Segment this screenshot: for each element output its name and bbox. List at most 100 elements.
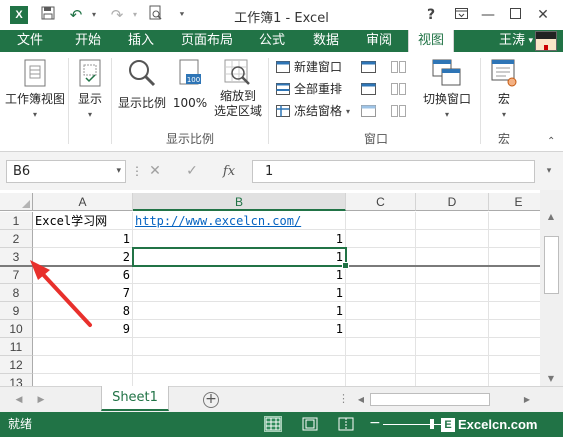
split-icon[interactable] [361,61,376,76]
cell-b2[interactable]: 1 [133,230,346,248]
cell-b13[interactable] [133,374,346,386]
avatar[interactable] [535,31,557,51]
cell-c3[interactable] [346,248,416,266]
cell-b1[interactable]: http://www.excelcn.com/ [133,212,346,230]
horizontal-scrollbar[interactable]: ◀ ▶ [353,392,535,407]
cell-b10[interactable]: 1 [133,320,346,338]
cell-b8[interactable]: 1 [133,284,346,302]
row-header[interactable]: 7 [0,266,33,284]
ribbon-display-icon[interactable] [451,5,471,25]
row-header[interactable]: 9 [0,302,33,320]
row-header[interactable]: 10 [0,320,33,338]
minimize-icon[interactable]: — [478,5,498,25]
cell-d10[interactable] [416,320,489,338]
cell-d8[interactable] [416,284,489,302]
scroll-down-icon[interactable]: ▼ [544,372,558,386]
next-sheet-icon[interactable]: ▶ [34,392,48,408]
column-header-b[interactable]: B [133,193,346,211]
prev-sheet-icon[interactable]: ◀ [12,392,26,408]
enter-icon[interactable]: ✓ [180,160,204,183]
arrange-all-button[interactable]: 全部重排 [276,80,356,99]
zoom-out-button[interactable]: − [369,415,381,431]
hide-window-icon[interactable] [361,83,376,98]
cell-b11[interactable] [133,338,346,356]
tab-view[interactable]: 视图 [408,30,454,52]
synchronous-scrolling-icon[interactable] [391,83,406,98]
select-all-button[interactable] [0,193,33,211]
cell-c9[interactable] [346,302,416,320]
row-header[interactable]: 11 [0,338,33,356]
close-icon[interactable]: ✕ [533,5,553,25]
maximize-icon[interactable] [505,5,525,25]
sheet-tab-sheet1[interactable]: Sheet1 [101,386,169,411]
cell-c1[interactable] [346,212,416,230]
tab-data[interactable]: 数据 [306,30,346,52]
horizontal-scroll-thumb[interactable] [370,393,490,406]
cell-b9[interactable]: 1 [133,302,346,320]
cell-c12[interactable] [346,356,416,374]
cell-d2[interactable] [416,230,489,248]
vertical-scroll-thumb[interactable] [544,236,559,294]
cancel-icon[interactable]: ✕ [143,160,167,183]
cell-a11[interactable] [33,338,133,356]
cell-d13[interactable] [416,374,489,386]
name-box[interactable]: B6 ▾ [6,160,126,183]
cell-c8[interactable] [346,284,416,302]
insert-function-button[interactable]: fx [217,160,241,183]
scroll-right-icon[interactable]: ▶ [521,392,533,407]
cell-d12[interactable] [416,356,489,374]
cell-b3[interactable]: 1 [133,248,346,266]
row-header[interactable]: 8 [0,284,33,302]
normal-view-icon[interactable] [264,416,282,432]
cell-a12[interactable] [33,356,133,374]
cell-c11[interactable] [346,338,416,356]
new-window-button[interactable]: 新建窗口 [276,58,356,77]
column-header-a[interactable]: A [33,193,133,211]
tab-page-layout[interactable]: 页面布局 [176,30,238,52]
show-button[interactable]: 显示 ▾ [72,58,108,122]
cell-d7[interactable] [416,266,489,284]
cell-a9[interactable]: 8 [33,302,133,320]
cell-a8[interactable]: 7 [33,284,133,302]
vertical-scrollbar[interactable]: ▲ ▼ [540,190,563,386]
cell-c2[interactable] [346,230,416,248]
row-header[interactable]: 1 [0,212,33,230]
cell-a3[interactable]: 2 [33,248,133,266]
zoom-100-button[interactable]: 100 100% [171,58,209,111]
freeze-panes-button[interactable]: 冻结窗格 ▾ [276,102,358,121]
cell-d3[interactable] [416,248,489,266]
cell-d1[interactable] [416,212,489,230]
zoom-button[interactable]: 显示比例 [116,58,168,111]
unhide-window-icon[interactable] [361,105,376,120]
cell-a13[interactable] [33,374,133,386]
row-header[interactable]: 12 [0,356,33,374]
page-break-preview-icon[interactable] [338,417,354,431]
expand-formula-bar-icon[interactable]: ▾ [541,160,557,183]
tab-formulas[interactable]: 公式 [252,30,292,52]
reset-window-position-icon[interactable] [391,105,406,120]
tab-review[interactable]: 审阅 [359,30,399,52]
column-header-c[interactable]: C [346,193,416,211]
cell-b12[interactable] [133,356,346,374]
cell-d11[interactable] [416,338,489,356]
switch-windows-button[interactable]: 切换窗口 ▾ [418,58,476,122]
row-header[interactable]: 3 [0,248,33,266]
cell-b7[interactable]: 1 [133,266,346,284]
cell-c13[interactable] [346,374,416,386]
cell-c10[interactable] [346,320,416,338]
workbook-views-button[interactable]: 工作簿视图 ▾ [4,58,66,122]
formula-input[interactable]: 1 [252,160,535,183]
user-name[interactable]: 王涛 [499,30,525,52]
cell-d9[interactable] [416,302,489,320]
collapse-ribbon-icon[interactable]: ⌃ [547,136,555,147]
tab-split-handle[interactable]: ⋮ [338,392,349,405]
row-header[interactable]: 2 [0,230,33,248]
zoom-to-selection-button[interactable]: 缩放到 选定区域 [212,58,264,119]
user-dropdown-icon[interactable]: ▾ [528,30,533,52]
page-layout-view-icon[interactable] [302,417,318,431]
macros-button[interactable]: 宏 ▾ [484,58,524,122]
cell-a7[interactable]: 6 [33,266,133,284]
help-icon[interactable]: ? [421,5,441,25]
resize-handle-icon[interactable]: ⋮ [131,164,143,178]
worksheet-grid[interactable]: ABCDE 1 Excel学习网 http://www.excelcn.com/2 1… [0,190,563,386]
